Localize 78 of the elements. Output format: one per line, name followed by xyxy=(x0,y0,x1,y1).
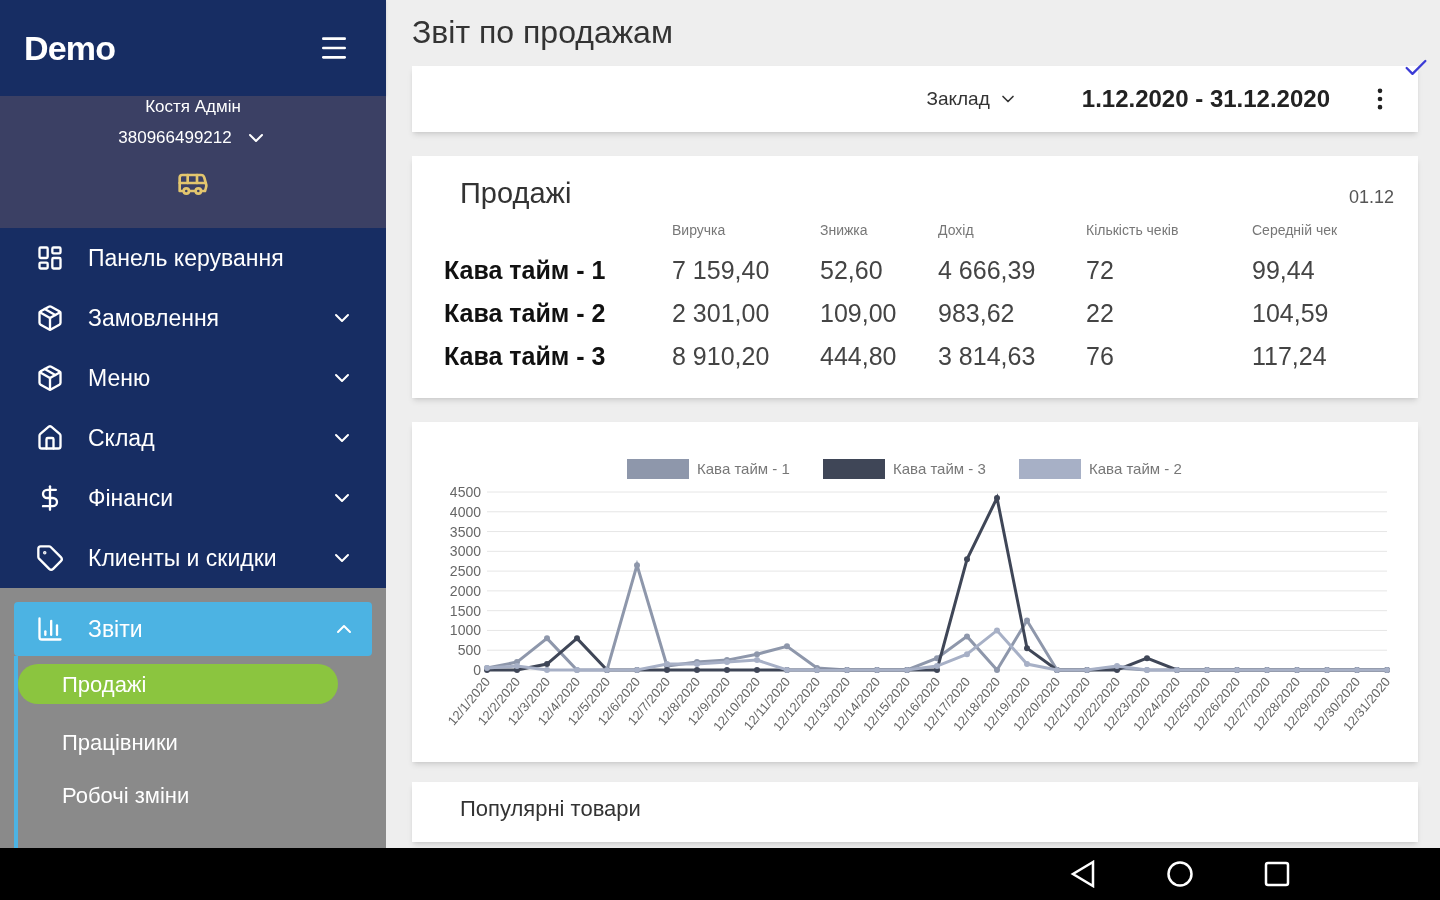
venue-dropdown[interactable]: Заклад xyxy=(926,84,1018,114)
axis-tick-label: 1500 xyxy=(449,602,481,619)
home-icon xyxy=(36,424,64,452)
column-header: Знижка xyxy=(820,220,869,240)
table-cell-text: 117,24 xyxy=(1252,340,1328,372)
user-phone: 380966499212 xyxy=(118,127,232,149)
axis-tick-label: 2000 xyxy=(449,582,481,599)
bar-chart-icon xyxy=(36,615,64,643)
row-label: Кава тайм - 1 xyxy=(444,254,607,286)
legend-label: Кава тайм - 1 xyxy=(697,459,790,477)
table-cell-text: 76 xyxy=(1086,340,1115,372)
data-point xyxy=(784,642,790,649)
table-cell-text: 3 814,63 xyxy=(938,340,1037,372)
axis-tick-label: 3500 xyxy=(449,523,481,540)
back-icon[interactable] xyxy=(1070,860,1096,888)
data-point xyxy=(1024,660,1030,667)
data-point xyxy=(1024,617,1030,624)
axis-tick-label: 3000 xyxy=(449,542,481,559)
date-range[interactable]: 1.12.2020 - 31.12.2020 xyxy=(1081,81,1330,117)
table-cell-text: 109,00 xyxy=(820,297,898,329)
table-cell-text: 7 159,40 xyxy=(672,254,771,286)
column-header: Дохід xyxy=(938,220,975,240)
row-label: Кава тайм - 2 xyxy=(444,297,607,329)
table-cell-text: 8 910,20 xyxy=(672,340,771,372)
table-cell-text: 983,62 xyxy=(938,297,1016,329)
table-cell-text: 4 666,39 xyxy=(938,254,1037,286)
axis-tick-label: 0 xyxy=(473,661,481,678)
data-point xyxy=(1024,644,1030,651)
table-cell-text: 2 301,00 xyxy=(672,297,771,329)
axis-tick-label: 500 xyxy=(457,641,481,658)
nav-item[interactable]: Фінанси xyxy=(0,468,386,528)
user-name: Костя Адмін xyxy=(145,97,241,117)
recents-icon[interactable] xyxy=(1264,861,1290,887)
table-cell-text: 99,44 xyxy=(1252,254,1316,286)
tag-icon xyxy=(36,544,64,572)
data-point xyxy=(994,666,1000,673)
axis-tick-label: 1000 xyxy=(449,621,481,638)
legend-item[interactable]: Кава тайм - 1 xyxy=(627,458,790,479)
table-cell-text: 444,80 xyxy=(820,340,898,372)
home-circle-icon[interactable] xyxy=(1166,860,1194,888)
card-title: Продажі xyxy=(459,176,572,211)
nav-item[interactable]: Замовлення xyxy=(0,288,386,348)
package-icon xyxy=(36,304,64,332)
dashboard-icon xyxy=(36,244,64,272)
legend-item[interactable]: Кава тайм - 2 xyxy=(1019,458,1182,479)
card-title: Популярні товари xyxy=(460,795,641,821)
axis-tick-label: 4000 xyxy=(449,503,481,520)
brand-logo: Demo xyxy=(24,27,116,69)
data-point xyxy=(634,561,640,568)
data-point xyxy=(544,634,550,641)
data-point xyxy=(994,626,1000,633)
card-date: 01.12 xyxy=(1348,186,1394,209)
data-point xyxy=(574,634,580,641)
data-point xyxy=(964,650,970,657)
data-point xyxy=(964,555,970,562)
table-cell-text: 22 xyxy=(1086,297,1115,329)
legend-label: Кава тайм - 2 xyxy=(1089,459,1182,477)
table-cell-text: 52,60 xyxy=(820,254,884,286)
row-label: Кава тайм - 3 xyxy=(444,340,607,372)
page-title: Звіт по продажам xyxy=(412,13,674,52)
nav-item[interactable]: Клиенты и скидки xyxy=(0,528,386,588)
data-point xyxy=(754,666,760,673)
column-header: Виручка xyxy=(672,220,727,240)
data-point xyxy=(964,632,970,639)
column-header: Середній чек xyxy=(1252,220,1339,240)
nav-item[interactable]: Панель керування xyxy=(0,228,386,288)
table-cell-text: 104,59 xyxy=(1252,297,1330,329)
legend-item[interactable]: Кава тайм - 3 xyxy=(823,458,986,479)
column-header: Кількість чеків xyxy=(1086,220,1180,240)
nav-item[interactable]: Склад xyxy=(0,408,386,468)
axis-tick-label: 4500 xyxy=(449,483,481,500)
legend-label: Кава тайм - 3 xyxy=(893,459,986,477)
nav-item[interactable]: Меню xyxy=(0,348,386,408)
data-point xyxy=(994,494,1000,501)
data-point xyxy=(1144,654,1150,661)
axis-tick-label: 2500 xyxy=(449,562,481,579)
table-cell-text: 72 xyxy=(1086,254,1115,286)
package-icon xyxy=(36,364,64,392)
